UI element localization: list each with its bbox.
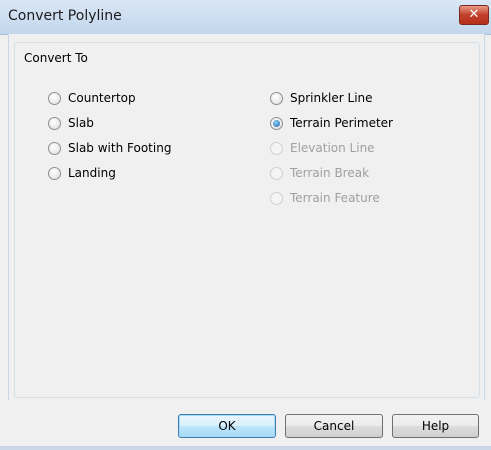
- close-icon: ✕: [468, 7, 480, 22]
- ok-button[interactable]: OK: [178, 414, 276, 438]
- radio-button-disabled-icon: [270, 141, 283, 155]
- radio-option-terrain-perimeter[interactable]: Terrain Perimeter: [270, 114, 393, 132]
- window-title: Convert Polyline: [8, 8, 122, 24]
- radio-label: Terrain Break: [290, 166, 370, 180]
- radio-button-icon[interactable]: [48, 141, 61, 155]
- title-bar[interactable]: Convert Polyline ✕: [0, 0, 491, 35]
- radio-button-icon[interactable]: [48, 166, 61, 180]
- cancel-button[interactable]: Cancel: [285, 414, 383, 438]
- radio-option-slab-with-footing[interactable]: Slab with Footing: [48, 139, 171, 157]
- radio-option-terrain-feature: Terrain Feature: [270, 189, 380, 207]
- radio-label: Landing: [68, 166, 116, 180]
- radio-button-icon[interactable]: [48, 91, 61, 105]
- radio-label: Countertop: [68, 91, 136, 105]
- radio-option-slab[interactable]: Slab: [48, 114, 94, 132]
- radio-label: Slab: [68, 116, 94, 130]
- radio-option-sprinkler-line[interactable]: Sprinkler Line: [270, 89, 373, 107]
- radio-label: Terrain Feature: [290, 191, 380, 205]
- radio-label: Terrain Perimeter: [290, 116, 393, 130]
- radio-button-disabled-icon: [270, 191, 283, 205]
- radio-option-countertop[interactable]: Countertop: [48, 89, 136, 107]
- radio-option-landing[interactable]: Landing: [48, 164, 116, 182]
- radio-label: Elevation Line: [290, 141, 375, 155]
- close-button[interactable]: ✕: [459, 5, 489, 25]
- radio-label: Slab with Footing: [68, 141, 172, 155]
- group-legend: Convert To: [22, 51, 90, 65]
- radio-label: Sprinkler Line: [290, 91, 373, 105]
- radio-button-disabled-icon: [270, 166, 283, 180]
- radio-option-terrain-break: Terrain Break: [270, 164, 369, 182]
- help-button[interactable]: Help: [392, 414, 479, 438]
- radio-button-icon[interactable]: [48, 116, 61, 130]
- radio-option-elevation-line: Elevation Line: [270, 139, 375, 157]
- radio-button-selected-icon[interactable]: [270, 116, 283, 130]
- window-bottom-border: [0, 446, 491, 450]
- convert-polyline-dialog: Convert Polyline ✕ Convert To Countertop…: [0, 0, 491, 450]
- radio-button-icon[interactable]: [270, 91, 283, 105]
